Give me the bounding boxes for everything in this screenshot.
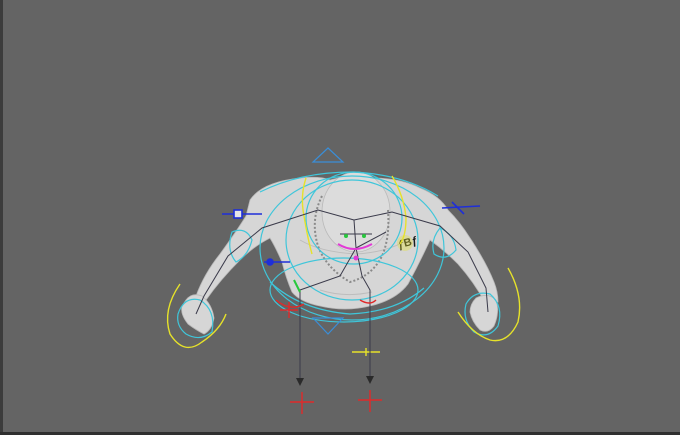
left-elbow-handle[interactable] [266,258,274,266]
right-foot-locator[interactable] [358,390,382,412]
left-shoulder-handle[interactable] [233,209,243,219]
rig-scene[interactable]: ƒBƒ [0,0,680,435]
left-hand-mesh[interactable] [181,294,215,335]
left-foot-locator[interactable] [290,392,314,414]
tattoo-highlight [397,235,413,251]
3d-viewport[interactable]: ƒBƒ [0,0,680,435]
leg-pole-arrows [296,376,374,386]
head-mesh[interactable] [321,171,391,253]
red-locators[interactable] [275,299,382,414]
right-hand-mesh[interactable] [469,295,498,332]
character-mesh[interactable] [181,171,499,335]
